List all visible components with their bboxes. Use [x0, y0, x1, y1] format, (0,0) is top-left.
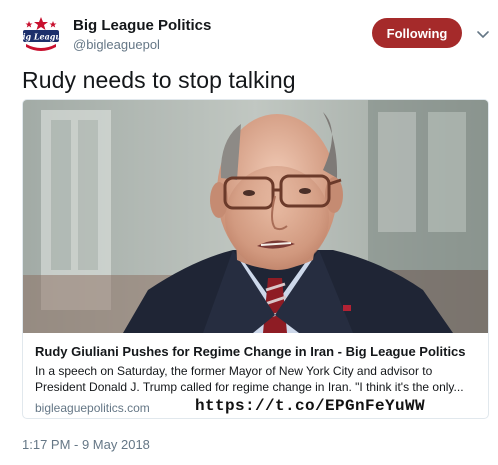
tweet-header: Big League Big League Politics @bigleagu… [15, 12, 490, 56]
card-image[interactable] [23, 100, 488, 333]
display-name[interactable]: Big League Politics [73, 17, 211, 34]
chevron-down-icon[interactable] [476, 27, 490, 39]
tweet-text: Rudy needs to stop talking [22, 67, 296, 93]
account-names: Big League Politics @bigleaguepol [73, 17, 211, 53]
account-avatar[interactable]: Big League [15, 14, 66, 56]
big-league-politics-logo-icon: Big League [15, 15, 66, 55]
logo-text: Big League [20, 32, 62, 42]
tweet-timestamp[interactable]: 1:17 PM - 9 May 2018 [22, 437, 150, 452]
account-handle[interactable]: @bigleaguepol [73, 36, 211, 53]
card-title[interactable]: Rudy Giuliani Pushes for Regime Change i… [35, 343, 476, 360]
following-button[interactable]: Following [372, 18, 462, 48]
link-preview-card[interactable]: Rudy Giuliani Pushes for Regime Change i… [22, 99, 489, 419]
giuliani-photo [23, 100, 488, 333]
card-description: In a speech on Saturday, the former Mayo… [35, 364, 464, 394]
short-url-overlay: https://t.co/EPGnFeYuWW [191, 397, 430, 415]
